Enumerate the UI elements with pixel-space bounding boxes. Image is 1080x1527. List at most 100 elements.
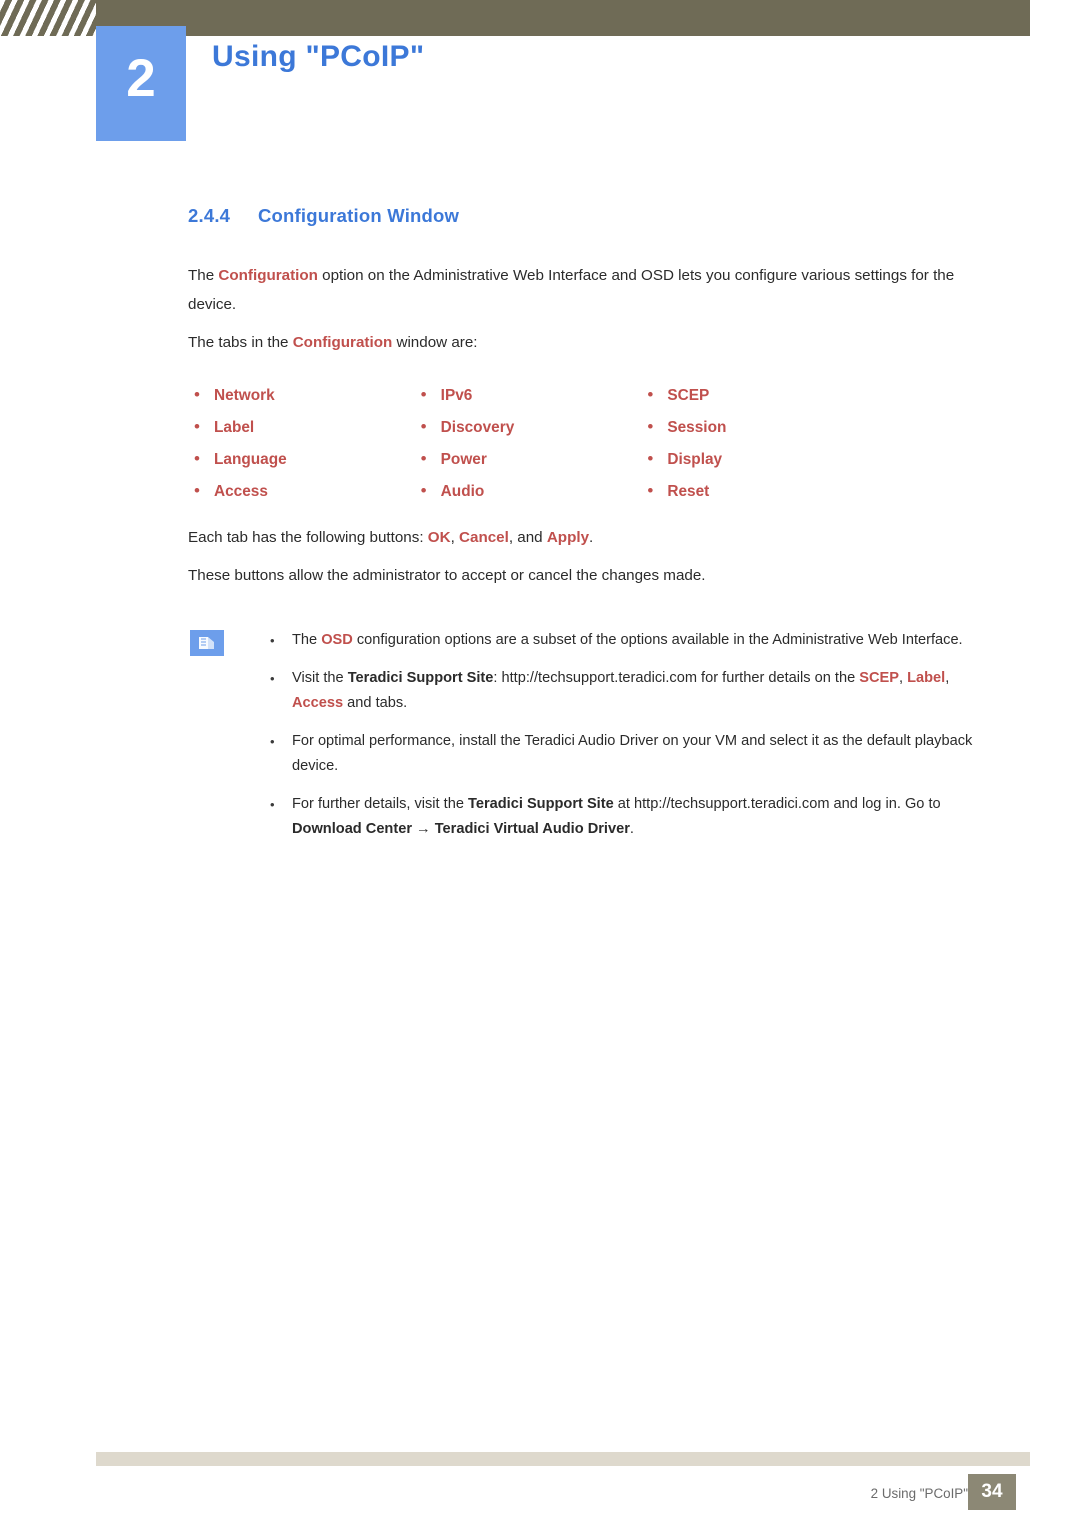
bullet-icon: •	[270, 797, 275, 812]
note-2-part-0: Visit the	[292, 670, 348, 686]
note-4-part-6: .	[629, 821, 634, 837]
tab-label: Label	[214, 419, 255, 436]
tab-item-discovery[interactable]: • Discovery	[415, 417, 642, 437]
tab-label: Discovery	[440, 419, 515, 436]
header-hatch-pattern	[0, 0, 96, 36]
buttons-paragraph: Each tab has the following buttons: OK , …	[188, 523, 1000, 552]
header-right-cap	[1030, 0, 1080, 36]
note-text: For further details, visit the Teradici …	[292, 792, 1000, 842]
intro-paragraph-2: The tabs in the Configuration window are…	[188, 328, 1000, 357]
note-list-item: • For optimal performance, install the T…	[270, 729, 1000, 779]
note-2-access-term: Access	[292, 695, 344, 711]
footer-divider	[96, 1452, 1030, 1466]
bullet-icon: •	[647, 385, 654, 404]
note-1-osd-term: OSD	[321, 632, 353, 648]
tab-label: Language	[214, 451, 287, 468]
intro-2-text-a: The tabs in the	[188, 334, 293, 351]
bullet-icon: •	[647, 417, 654, 436]
bullet-icon: •	[194, 417, 200, 436]
section-heading: 2.4.4 Configuration Window	[188, 205, 1000, 227]
tab-item-reset[interactable]: • Reset	[641, 481, 868, 501]
section-number: 2.4.4	[188, 205, 231, 226]
buttons-text-a: Each tab has the following buttons:	[188, 529, 428, 546]
note-block: • The OSD configuration options are a su…	[188, 628, 1000, 842]
tab-label: Session	[667, 419, 727, 436]
tab-item-session[interactable]: • Session	[641, 417, 868, 437]
bullet-icon: •	[647, 481, 654, 500]
tab-label: Access	[214, 483, 268, 500]
bullet-icon: •	[420, 449, 427, 468]
note-1-part-2: configuration options are a subset of th…	[352, 632, 963, 648]
chapter-number-badge: 2	[96, 26, 186, 141]
note-4-arrow: →	[412, 821, 435, 837]
note-1-part-0: The	[292, 632, 322, 648]
buttons-sep-1: ,	[450, 529, 460, 546]
tab-label: Display	[667, 451, 723, 468]
buttons-sep-2: , and	[508, 529, 547, 546]
tab-list-grid: • Network • IPv6 • SCEP • Label • Discov…	[188, 385, 868, 501]
note-4-audio-driver-term: Teradici Virtual Audio Driver	[434, 821, 630, 837]
tab-label: Network	[214, 387, 275, 404]
tab-label: Audio	[440, 483, 485, 500]
tab-item-display[interactable]: • Display	[641, 449, 868, 469]
cancel-button-term: Cancel	[459, 529, 509, 546]
tab-item-language[interactable]: • Language	[188, 449, 415, 469]
note-2-label-term: Label	[907, 670, 946, 686]
note-2-support-site-term: Teradici Support Site	[347, 670, 494, 686]
bullet-icon: •	[270, 734, 275, 749]
tab-item-power[interactable]: • Power	[415, 449, 642, 469]
note-4-download-center-term: Download Center	[292, 821, 412, 837]
bullet-icon: •	[194, 449, 200, 468]
section-title: Configuration Window	[258, 205, 460, 226]
tab-item-scep[interactable]: • SCEP	[641, 385, 868, 405]
tab-label: Reset	[667, 483, 710, 500]
note-4-part-0: For further details, visit the	[292, 796, 469, 812]
note-text: The OSD configuration options are a subs…	[292, 628, 1000, 653]
bullet-icon: •	[420, 417, 427, 436]
bullet-icon: •	[647, 449, 654, 468]
note-text: Visit the Teradici Support Site: http://…	[292, 666, 1000, 716]
apply-button-term: Apply	[546, 529, 590, 546]
tab-item-audio[interactable]: • Audio	[415, 481, 642, 501]
note-2-part-4: ,	[899, 670, 908, 686]
buttons-paragraph-2: These buttons allow the administrator to…	[188, 567, 706, 584]
tab-item-network[interactable]: • Network	[188, 385, 415, 405]
chapter-title: Using "PCoIP"	[212, 40, 425, 73]
note-pencil-icon	[190, 630, 224, 656]
page-content: 2.4.4 Configuration Window The Configurat…	[188, 205, 1000, 855]
tab-row: • Network • IPv6 • SCEP	[188, 385, 868, 405]
note-text: For optimal performance, install the Ter…	[292, 733, 973, 774]
footer-chapter-label: 2 Using "PCoIP"	[870, 1486, 968, 1501]
bullet-icon: •	[270, 633, 275, 648]
note-2-part-6: ,	[945, 670, 950, 686]
tab-label: Power	[440, 451, 487, 468]
bullet-icon: •	[420, 481, 427, 500]
buttons-text-end: .	[589, 529, 594, 546]
ok-button-term: OK	[427, 529, 451, 546]
tab-item-access[interactable]: • Access	[188, 481, 415, 501]
note-4-support-site-term: Teradici Support Site	[468, 796, 614, 812]
intro-1-configuration-term: Configuration	[218, 267, 318, 284]
note-2-scep-term: SCEP	[859, 670, 899, 686]
note-2-part-8: and tabs.	[343, 695, 408, 711]
tab-label: SCEP	[667, 387, 710, 404]
note-list-item: • The OSD configuration options are a su…	[270, 628, 1000, 653]
tab-row: • Language • Power • Display	[188, 449, 868, 469]
note-4-part-2: at http://techsupport.teradici.com and l…	[613, 796, 941, 812]
intro-2-text-c: window are:	[392, 334, 478, 351]
intro-paragraph-1: The Configuration option on the Administ…	[188, 261, 1000, 319]
bullet-icon: •	[270, 671, 275, 686]
tab-item-label[interactable]: • Label	[188, 417, 415, 437]
tab-label: IPv6	[440, 387, 473, 404]
tab-item-ipv6[interactable]: • IPv6	[415, 385, 642, 405]
tab-row: • Label • Discovery • Session	[188, 417, 868, 437]
bullet-icon: •	[194, 481, 200, 500]
intro-1-text-a: The	[188, 267, 219, 284]
footer-page-number: 34	[968, 1474, 1016, 1510]
bullet-icon: •	[194, 385, 200, 404]
note-2-part-2: : http://techsupport.teradici.com for fu…	[493, 670, 860, 686]
tab-row: • Access • Audio • Reset	[188, 481, 868, 501]
note-list-item: • For further details, visit the Teradic…	[270, 792, 1000, 842]
intro-2-configuration-term: Configuration	[292, 334, 393, 351]
bullet-icon: •	[420, 385, 427, 404]
